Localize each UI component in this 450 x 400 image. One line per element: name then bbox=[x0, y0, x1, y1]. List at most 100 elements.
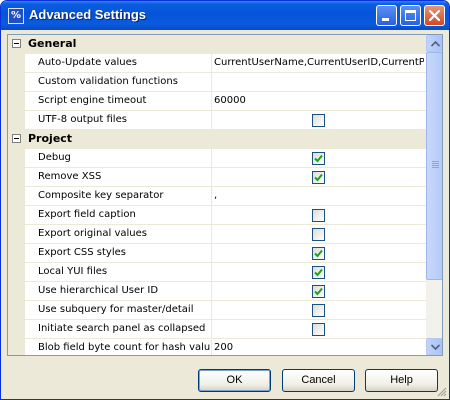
row-margin bbox=[8, 54, 25, 73]
row-margin bbox=[8, 320, 25, 339]
row-margin bbox=[8, 206, 25, 225]
property-name: Custom validation functions bbox=[38, 76, 178, 87]
property-checkbox[interactable] bbox=[312, 209, 325, 222]
property-name: Composite key separator bbox=[38, 190, 164, 201]
checkmark-icon bbox=[314, 268, 323, 277]
thumb-grip bbox=[432, 167, 439, 168]
row-margin bbox=[8, 168, 25, 187]
property-name: Debug bbox=[38, 152, 71, 163]
property-checkbox[interactable] bbox=[312, 266, 325, 279]
property-row[interactable]: UTF-8 output files bbox=[8, 111, 426, 130]
column-divider bbox=[211, 244, 212, 263]
column-divider bbox=[211, 339, 212, 355]
property-row[interactable]: Custom validation functions bbox=[8, 73, 426, 92]
property-name: Export CSS styles bbox=[38, 247, 126, 258]
row-margin bbox=[8, 282, 25, 301]
maximize-button[interactable] bbox=[400, 5, 421, 26]
property-name: Export original values bbox=[38, 228, 147, 239]
scrollbar-thumb[interactable] bbox=[426, 52, 442, 280]
ok-button[interactable]: OK bbox=[198, 369, 271, 392]
column-divider bbox=[211, 54, 212, 73]
row-margin bbox=[8, 244, 25, 263]
row-margin bbox=[8, 92, 25, 111]
property-value[interactable]: , bbox=[214, 190, 424, 201]
property-checkbox[interactable] bbox=[312, 114, 325, 127]
property-checkbox[interactable] bbox=[312, 304, 325, 317]
row-margin bbox=[8, 301, 25, 320]
maximize-icon bbox=[405, 10, 416, 21]
property-name: Use subquery for master/detail bbox=[38, 304, 194, 315]
property-row[interactable]: Debug bbox=[8, 149, 426, 168]
thumb-grip bbox=[432, 163, 439, 164]
close-icon bbox=[429, 10, 440, 21]
checkmark-icon bbox=[314, 154, 323, 163]
row-margin bbox=[8, 111, 25, 130]
column-divider bbox=[211, 225, 212, 244]
property-name: Blob field byte count for hash value bbox=[38, 342, 210, 353]
thumb-grip bbox=[432, 165, 439, 166]
property-checkbox[interactable] bbox=[312, 247, 325, 260]
property-row[interactable]: Export CSS styles bbox=[8, 244, 426, 263]
advanced-settings-dialog: % Advanced Settings General Auto-Update v… bbox=[0, 0, 450, 400]
column-divider bbox=[211, 187, 212, 206]
property-checkbox[interactable] bbox=[312, 323, 325, 336]
property-name: Script engine timeout bbox=[38, 95, 147, 106]
category-label: General bbox=[28, 37, 77, 50]
property-name: Use hierarchical User ID bbox=[38, 285, 159, 296]
property-value[interactable]: 60000 bbox=[214, 95, 424, 106]
category-row[interactable]: General bbox=[8, 35, 426, 54]
property-value[interactable]: 200 bbox=[214, 342, 424, 353]
property-name: Remove XSS bbox=[38, 171, 102, 182]
row-margin bbox=[8, 187, 25, 206]
property-name: Export field caption bbox=[38, 209, 136, 220]
property-row[interactable]: Export field caption bbox=[8, 206, 426, 225]
column-divider bbox=[211, 282, 212, 301]
column-divider bbox=[211, 206, 212, 225]
close-button[interactable] bbox=[424, 5, 445, 26]
property-checkbox[interactable] bbox=[312, 285, 325, 298]
minimize-button[interactable] bbox=[376, 5, 397, 26]
thumb-grip bbox=[432, 161, 439, 162]
row-margin bbox=[8, 225, 25, 244]
collapse-icon[interactable] bbox=[12, 134, 21, 143]
property-name: Initiate search panel as collapsed bbox=[38, 323, 206, 334]
property-row[interactable]: Script engine timeout 60000 bbox=[8, 92, 426, 111]
title-bar[interactable]: % Advanced Settings bbox=[1, 1, 449, 30]
checkmark-icon bbox=[314, 287, 323, 296]
property-row[interactable]: Composite key separator, bbox=[8, 187, 426, 206]
property-checkbox[interactable] bbox=[312, 171, 325, 184]
row-margin bbox=[8, 73, 25, 92]
checkmark-icon bbox=[314, 173, 323, 182]
scroll-down-button[interactable] bbox=[426, 338, 442, 355]
window-title: Advanced Settings bbox=[29, 7, 147, 22]
property-checkbox[interactable] bbox=[312, 152, 325, 165]
property-value[interactable]: CurrentUserName,CurrentUserID,CurrentPa bbox=[214, 57, 424, 68]
collapse-icon[interactable] bbox=[12, 39, 21, 48]
property-row[interactable]: Use subquery for master/detail bbox=[8, 301, 426, 320]
property-row[interactable]: Export original values bbox=[8, 225, 426, 244]
row-margin bbox=[8, 149, 25, 168]
column-divider bbox=[211, 92, 212, 111]
property-row[interactable]: Remove XSS bbox=[8, 168, 426, 187]
property-row[interactable]: Initiate search panel as collapsed bbox=[8, 320, 426, 339]
category-row[interactable]: Project bbox=[8, 130, 426, 149]
property-name: UTF-8 output files bbox=[38, 114, 127, 125]
app-icon: % bbox=[8, 8, 24, 24]
property-row[interactable]: Blob field byte count for hash value 200 bbox=[8, 339, 426, 355]
cancel-button[interactable]: Cancel bbox=[282, 369, 355, 392]
property-name: Auto-Update values bbox=[38, 57, 137, 68]
property-row[interactable]: Auto-Update values CurrentUserName,Curren… bbox=[8, 54, 426, 73]
property-row[interactable]: Use hierarchical User ID bbox=[8, 282, 426, 301]
property-name: Local YUI files bbox=[38, 266, 108, 277]
vertical-scrollbar[interactable] bbox=[426, 35, 442, 355]
column-divider bbox=[211, 320, 212, 339]
scroll-up-button[interactable] bbox=[426, 35, 442, 52]
column-divider bbox=[211, 111, 212, 130]
resize-grip-icon[interactable] bbox=[437, 387, 447, 397]
arrow-down-icon bbox=[431, 344, 440, 350]
column-divider bbox=[211, 168, 212, 187]
column-divider bbox=[211, 301, 212, 320]
property-row[interactable]: Local YUI files bbox=[8, 263, 426, 282]
property-checkbox[interactable] bbox=[312, 228, 325, 241]
help-button[interactable]: Help bbox=[365, 369, 438, 392]
